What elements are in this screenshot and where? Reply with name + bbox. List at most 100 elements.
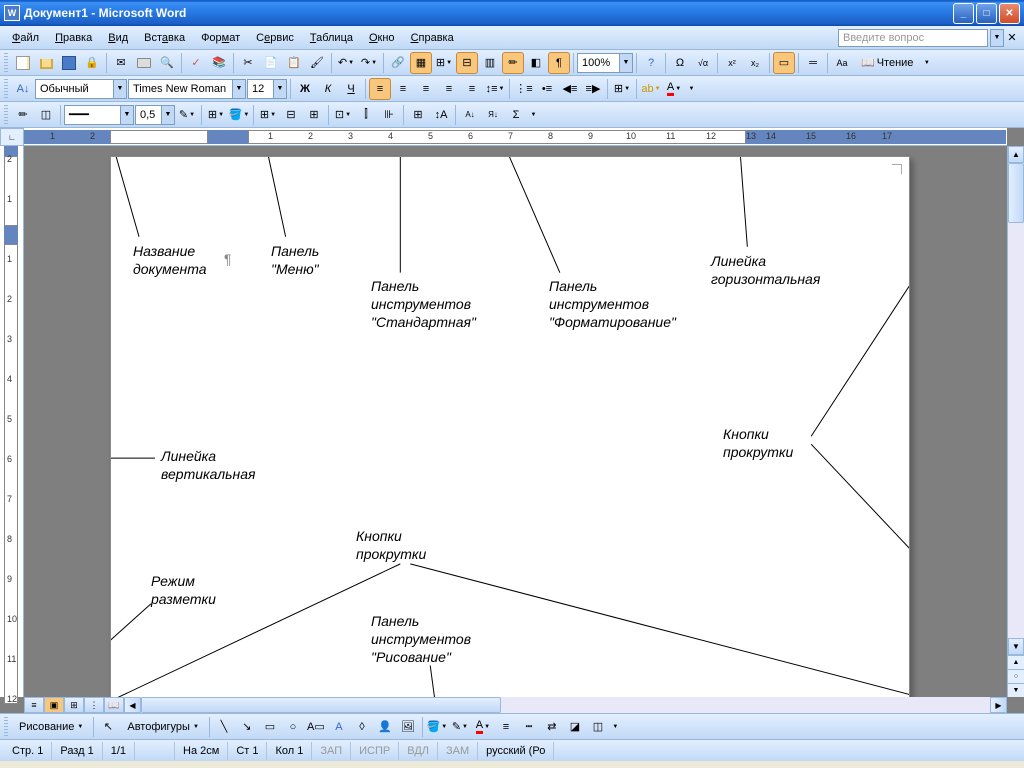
web-view-button[interactable]: ⊞ — [64, 697, 84, 713]
browse-button[interactable]: ○ — [1008, 669, 1024, 683]
border-color-button[interactable]: ✎▼ — [176, 104, 198, 126]
split-button[interactable]: ⊞ — [303, 104, 325, 126]
align-left-button[interactable]: ≡ — [369, 78, 391, 100]
font-combo[interactable]: Times New Roman▼ — [128, 79, 246, 99]
toolbar-options[interactable]: ▼ — [610, 716, 620, 738]
highlight-color-button[interactable]: ab▼ — [640, 78, 662, 100]
borders-button[interactable]: ⊞▼ — [611, 78, 633, 100]
save-button[interactable] — [58, 52, 80, 74]
autoformat-button[interactable]: ⊞ — [407, 104, 429, 126]
indent-button[interactable]: ≡▶ — [582, 78, 604, 100]
new-button[interactable] — [12, 52, 34, 74]
minimize-button[interactable]: _ — [953, 3, 974, 24]
doc-close-button[interactable]: ✕ — [1004, 27, 1020, 49]
prev-page-button[interactable]: ▲ — [1008, 655, 1024, 669]
h-scroll-thumb[interactable] — [141, 697, 501, 713]
docmap-button[interactable]: ◧ — [525, 52, 547, 74]
help-button[interactable]: ? — [640, 52, 662, 74]
arrow-button[interactable]: ↘ — [236, 716, 258, 738]
numbering-button[interactable]: ⋮≡ — [513, 78, 535, 100]
reading-button[interactable]: 📖 Чтение — [854, 52, 920, 74]
linespacing-button[interactable]: ↕≡▼ — [484, 78, 506, 100]
menu-tools[interactable]: Сервис — [248, 29, 302, 47]
maximize-button[interactable]: □ — [976, 3, 997, 24]
shadow-button[interactable]: ◪ — [564, 716, 586, 738]
close-button[interactable]: ✕ — [999, 3, 1020, 24]
undo-button[interactable]: ↶▼ — [335, 52, 357, 74]
menu-view[interactable]: Вид — [100, 29, 136, 47]
drawing-button[interactable]: ✏ — [502, 52, 524, 74]
shading-button[interactable]: 🪣▼ — [228, 104, 250, 126]
changecase-button[interactable]: Aa — [831, 52, 853, 74]
bold-button[interactable]: Ж — [294, 78, 316, 100]
paste-button[interactable]: 📋 — [283, 52, 305, 74]
line-style-button[interactable]: ≡ — [495, 716, 517, 738]
merge-button[interactable]: ⊟ — [280, 104, 302, 126]
line-button[interactable]: ╲ — [213, 716, 235, 738]
document-page[interactable]: ¶ Название документа Панель "Меню" Панел… — [110, 156, 910, 697]
status-ovr[interactable]: ЗАМ — [438, 742, 478, 760]
help-dropdown[interactable]: ▼ — [990, 29, 1004, 47]
status-ext[interactable]: ВДЛ — [399, 742, 438, 760]
autoshapes-button[interactable]: Автофигуры▼ — [120, 716, 206, 738]
status-lang[interactable]: русский (Ро — [478, 742, 554, 760]
excel-button[interactable]: ⊟ — [456, 52, 478, 74]
reading-view-button[interactable]: 📖 — [104, 697, 124, 713]
styles-button[interactable]: A↓ — [12, 78, 34, 100]
toolbar-grip[interactable] — [4, 79, 8, 99]
email-button[interactable]: ✉ — [110, 52, 132, 74]
outside-border-button[interactable]: ⊞▼ — [205, 104, 227, 126]
align-right-button[interactable]: ≡ — [415, 78, 437, 100]
highlight-button[interactable]: ▭ — [773, 52, 795, 74]
menu-edit[interactable]: Правка — [47, 29, 100, 47]
format-painter-button[interactable]: 🖌 — [306, 52, 328, 74]
vertical-ruler[interactable]: 21123456789101112 — [0, 146, 24, 697]
3d-button[interactable]: ◫ — [587, 716, 609, 738]
envelope-button[interactable]: ═ — [802, 52, 824, 74]
scroll-thumb[interactable] — [1008, 163, 1024, 223]
eraser-button[interactable]: ◫ — [35, 104, 57, 126]
tables-borders-button[interactable]: ▦ — [410, 52, 432, 74]
dash-style-button[interactable]: ┅ — [518, 716, 540, 738]
scroll-right-button[interactable]: ▶ — [990, 697, 1007, 713]
help-search-box[interactable]: Введите вопрос — [838, 29, 988, 47]
menu-window[interactable]: Окно — [361, 29, 403, 47]
menu-format[interactable]: Формат — [193, 29, 248, 47]
sort-desc-button[interactable]: Я↓ — [482, 104, 504, 126]
columns-button[interactable]: ▥ — [479, 52, 501, 74]
align-center-button[interactable]: ≡ — [392, 78, 414, 100]
outdent-button[interactable]: ◀≡ — [559, 78, 581, 100]
status-trk[interactable]: ИСПР — [351, 742, 399, 760]
preview-button[interactable]: 🔍 — [156, 52, 178, 74]
research-button[interactable]: 📚 — [208, 52, 230, 74]
sub-button[interactable]: x₂ — [744, 52, 766, 74]
style-combo[interactable]: Обычный▼ — [35, 79, 127, 99]
toolbar-options[interactable]: ▼ — [686, 78, 696, 100]
open-button[interactable] — [35, 52, 57, 74]
next-page-button[interactable]: ▼ — [1008, 683, 1024, 697]
toolbar-grip[interactable] — [4, 53, 8, 73]
line-style-combo[interactable]: ━━━▼ — [64, 105, 134, 125]
scroll-track[interactable] — [1008, 163, 1024, 638]
bullets-button[interactable]: •≡ — [536, 78, 558, 100]
omega-button[interactable]: Ω — [669, 52, 691, 74]
toolbar-options[interactable]: ▼ — [528, 104, 538, 126]
scroll-left-button[interactable]: ◀ — [124, 697, 141, 713]
font-color2-button[interactable]: A▼ — [472, 716, 494, 738]
sqrt-button[interactable]: √α — [692, 52, 714, 74]
showhide-button[interactable]: ¶ — [548, 52, 570, 74]
redo-button[interactable]: ↷▼ — [358, 52, 380, 74]
underline-button[interactable]: Ч — [340, 78, 362, 100]
h-scroll-track[interactable] — [141, 697, 990, 713]
justify-button[interactable]: ≡ — [438, 78, 460, 100]
fill-color-button[interactable]: 🪣▼ — [426, 716, 448, 738]
menu-file[interactable]: Файл — [4, 29, 47, 47]
line-color-button[interactable]: ✎▼ — [449, 716, 471, 738]
hyperlink-button[interactable]: 🔗 — [387, 52, 409, 74]
dist-rows-button[interactable]: ⫿ — [355, 104, 377, 126]
toolbar-options[interactable]: ▼ — [921, 52, 931, 74]
super-button[interactable]: x² — [721, 52, 743, 74]
zoom-combo[interactable]: 100%▼ — [577, 53, 633, 73]
italic-button[interactable]: К — [317, 78, 339, 100]
print-layout-view-button[interactable]: ▣ — [44, 697, 64, 713]
